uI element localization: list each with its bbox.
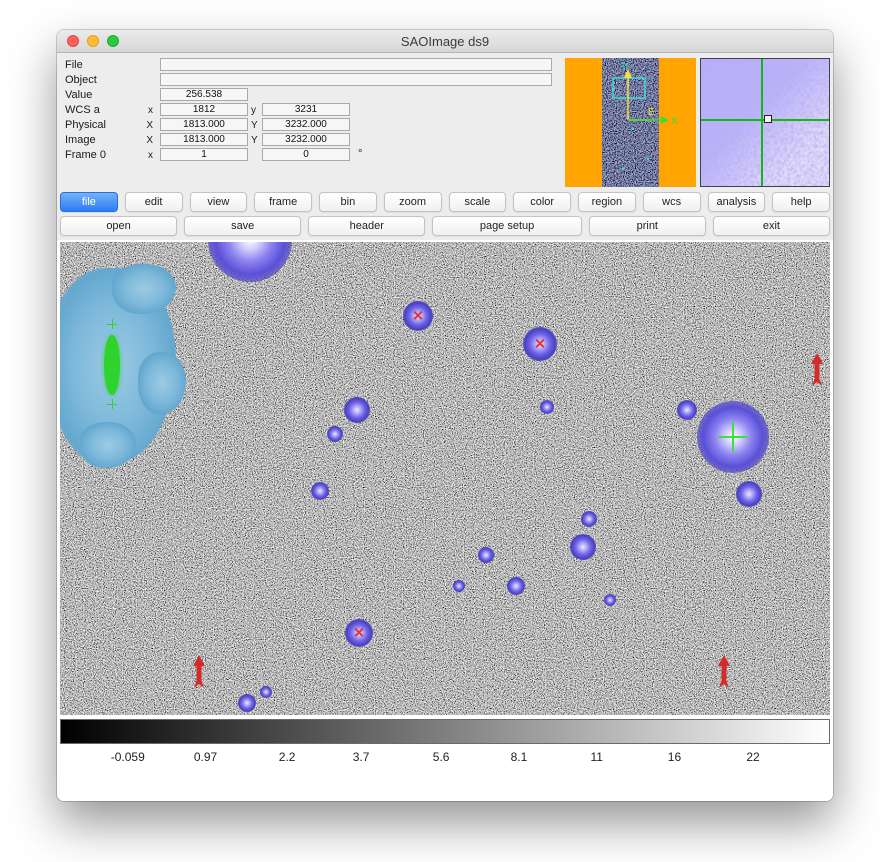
window-content: File Object Value WCS a x y Physical X Y…	[57, 53, 833, 801]
object-field[interactable]	[160, 73, 552, 86]
colorbar-tick: 22	[746, 750, 759, 764]
colorbar-tick: 11	[590, 750, 602, 764]
physical-x-label: X	[135, 120, 153, 131]
close-button[interactable]	[67, 35, 79, 47]
compass-x-arrowhead-icon	[661, 116, 669, 124]
sky-noise	[60, 242, 830, 715]
physical-x-field[interactable]	[160, 118, 248, 131]
image-canvas[interactable]: ✕ ✕ ✕	[60, 242, 830, 715]
menu-color[interactable]: color	[513, 192, 571, 212]
frame-x-label: x	[135, 150, 153, 161]
exit-button[interactable]: exit	[713, 216, 830, 236]
menu-analysis[interactable]: analysis	[708, 192, 766, 212]
menu-edit[interactable]: edit	[125, 192, 183, 212]
menu-scale[interactable]: scale	[449, 192, 507, 212]
image-x-field[interactable]	[160, 133, 248, 146]
star-blob	[677, 400, 697, 420]
star-blob	[604, 594, 616, 606]
magnifier-widget[interactable]	[700, 58, 830, 187]
value-field[interactable]	[160, 88, 248, 101]
header-button[interactable]: header	[308, 216, 425, 236]
panner-compass: N E X	[565, 58, 696, 187]
star-blob	[736, 481, 762, 507]
frame-label: Frame 0	[65, 149, 106, 161]
save-button[interactable]: save	[184, 216, 301, 236]
object-label: Object	[65, 74, 97, 86]
menu-wcs[interactable]: wcs	[643, 192, 701, 212]
wcs-y-field[interactable]	[262, 103, 350, 116]
menu-help[interactable]: help	[772, 192, 830, 212]
point-region-marker-icon[interactable]	[107, 319, 117, 329]
menu-view[interactable]: view	[190, 192, 248, 212]
ds9-window: SAOImage ds9 File Object Value WCS a x y…	[57, 30, 833, 801]
star-blob	[507, 577, 525, 595]
star-blob	[238, 694, 256, 712]
star-blob	[260, 686, 272, 698]
file-action-bar: open save header page setup print exit	[60, 216, 830, 236]
menu-zoom[interactable]: zoom	[384, 192, 442, 212]
colorbar-tick: 16	[668, 750, 681, 764]
panner-viewbox-icon	[613, 78, 645, 98]
arrow-region-marker[interactable]	[810, 353, 824, 387]
star-blob	[327, 426, 343, 442]
frame-x-field[interactable]	[160, 148, 248, 161]
compass-north-label: N	[622, 61, 629, 72]
magnifier-cursor-pixel	[764, 115, 772, 123]
file-field[interactable]	[160, 58, 552, 71]
star-blob	[581, 511, 597, 527]
x-region-marker[interactable]: ✕	[412, 309, 424, 323]
star-blob	[540, 400, 554, 414]
colorbar-tick: -0.059	[111, 750, 145, 764]
menu-bar: file edit view frame bin zoom scale colo…	[60, 192, 830, 212]
magnifier-crosshair-vertical-icon	[761, 59, 763, 186]
wcs-x-label: x	[135, 105, 153, 116]
crosshair-region-marker[interactable]	[718, 422, 748, 452]
point-region-marker-icon[interactable]	[107, 399, 117, 409]
print-button[interactable]: print	[589, 216, 706, 236]
colorbar-tick: 8.1	[511, 750, 528, 764]
title-bar[interactable]: SAOImage ds9	[57, 30, 833, 53]
frame-angle-field[interactable]	[262, 148, 350, 161]
physical-y-field[interactable]	[262, 118, 350, 131]
colorbar-tick: 5.6	[433, 750, 450, 764]
star-blob	[311, 482, 329, 500]
file-label: File	[65, 59, 83, 71]
image-x-label: X	[135, 135, 153, 146]
image-label: Image	[65, 134, 96, 146]
colorbar-ticks: -0.059 0.97 2.2 3.7 5.6 8.1 11 16 22	[60, 750, 830, 766]
colorbar[interactable]	[60, 719, 830, 744]
x-region-marker[interactable]: ✕	[353, 626, 365, 640]
degree-symbol: °	[358, 148, 362, 160]
traffic-lights	[67, 35, 119, 47]
zoom-button[interactable]	[107, 35, 119, 47]
window-title: SAOImage ds9	[401, 34, 489, 49]
menu-bin[interactable]: bin	[319, 192, 377, 212]
page-setup-button[interactable]: page setup	[432, 216, 581, 236]
star-blob	[453, 580, 465, 592]
wcs-label: WCS a	[65, 104, 100, 116]
minimize-button[interactable]	[87, 35, 99, 47]
colorbar-tick: 0.97	[194, 750, 217, 764]
star-blob	[478, 547, 494, 563]
arrow-region-marker[interactable]	[717, 655, 731, 689]
physical-label: Physical	[65, 119, 106, 131]
star-blob	[344, 397, 370, 423]
colorbar-tick: 2.2	[279, 750, 296, 764]
compass-x-label: X	[671, 116, 678, 127]
compass-east-label: E	[648, 107, 655, 118]
x-region-marker[interactable]: ✕	[534, 337, 546, 351]
image-y-field[interactable]	[262, 133, 350, 146]
wcs-x-field[interactable]	[160, 103, 248, 116]
value-label: Value	[65, 89, 92, 101]
menu-file[interactable]: file	[60, 192, 118, 212]
menu-region[interactable]: region	[578, 192, 636, 212]
menu-frame[interactable]: frame	[254, 192, 312, 212]
arrow-region-marker[interactable]	[192, 655, 206, 689]
colorbar-tick: 3.7	[353, 750, 370, 764]
open-button[interactable]: open	[60, 216, 177, 236]
star-blob	[570, 534, 596, 560]
panner-widget[interactable]: N E X	[565, 58, 696, 187]
ellipse-region-marker[interactable]	[104, 335, 120, 395]
